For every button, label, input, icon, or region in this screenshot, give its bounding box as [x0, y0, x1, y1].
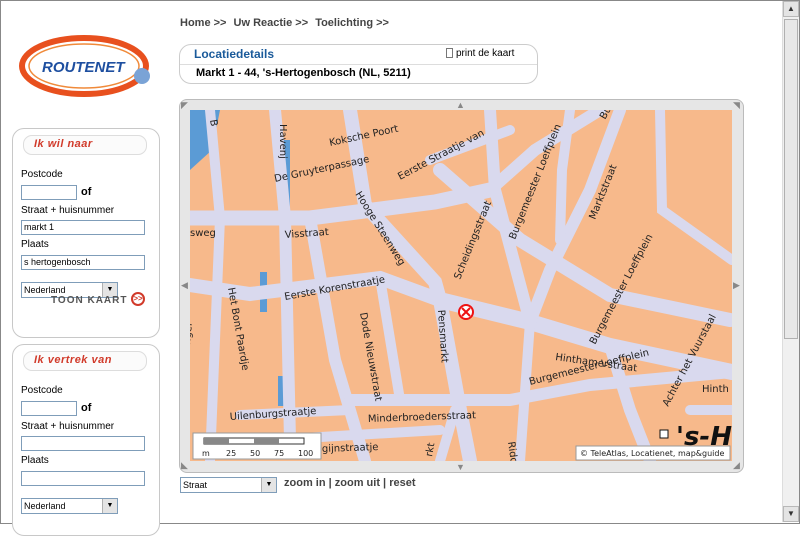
separator: |	[325, 477, 335, 489]
breadcrumb-toelichting-link[interactable]: Toelichting >>	[315, 17, 389, 29]
document-icon	[446, 48, 453, 58]
map-legend-icon[interactable]	[659, 429, 669, 439]
or-label: of	[81, 186, 92, 198]
destination-postcode-input[interactable]	[21, 185, 77, 200]
origin-city-input[interactable]	[21, 471, 145, 486]
scale-label: 25	[226, 449, 236, 458]
street-label: gijnstraatje	[322, 442, 379, 455]
divider	[180, 64, 537, 65]
destination-street-input[interactable]: markt 1	[21, 220, 145, 235]
street-label: sweg	[190, 228, 216, 239]
origin-or-label: of	[81, 402, 92, 414]
location-details-box: Locatiedetails print de kaart Markt 1 - …	[179, 44, 538, 84]
postcode-label: Postcode	[21, 169, 63, 180]
origin-country-value: Nederland	[24, 501, 66, 511]
scroll-up-icon[interactable]: ▲	[783, 1, 799, 17]
chevron-down-icon[interactable]: ▼	[261, 478, 276, 492]
breadcrumb: Home >> Uw Reactie >> Toelichting >>	[180, 17, 393, 29]
origin-street-label: Straat + huisnummer	[21, 421, 115, 432]
origin-city-label: Plaats	[21, 455, 49, 466]
breadcrumb-reactie-link[interactable]: Uw Reactie >>	[234, 17, 309, 29]
zoom-controls: zoom in | zoom uit | reset	[284, 477, 415, 489]
origin-country-select[interactable]: Nederland ▼	[21, 498, 118, 514]
origin-postcode-input[interactable]	[21, 401, 77, 416]
map-type-value: Straat	[183, 480, 208, 490]
location-marker-icon[interactable]	[458, 304, 474, 320]
panel-destination-header: Ik wil naar	[23, 135, 147, 155]
country-value: Nederland	[24, 285, 66, 295]
scroll-thumb[interactable]	[784, 19, 798, 339]
routenet-logo[interactable]: ROUTENET	[18, 30, 158, 100]
scale-label: 100	[298, 449, 313, 458]
breadcrumb-home-link[interactable]: Home >>	[180, 17, 226, 29]
scale-label: 50	[250, 449, 260, 458]
zoom-in-link[interactable]: zoom in	[284, 477, 326, 489]
go-arrow-icon[interactable]: >>	[131, 292, 145, 306]
chevron-down-icon[interactable]: ▼	[102, 499, 117, 513]
panel-destination: Ik wil naar Postcode of Straat + huisnum…	[12, 128, 160, 338]
panel-origin-header: Ik vertrek van	[23, 351, 147, 371]
panel-origin-title: Ik vertrek van	[34, 354, 112, 366]
location-title: Locatiedetails	[194, 47, 275, 61]
separator: |	[379, 477, 390, 489]
street-label: Straat + huisnummer	[21, 205, 115, 216]
pan-up-left-icon[interactable]: ◤	[181, 100, 188, 111]
panel-origin: Ik vertrek van Postcode of Straat + huis…	[12, 344, 160, 536]
pan-left-icon[interactable]: ◀	[181, 280, 188, 291]
street-map[interactable]: Koksche PoortDe Gruyterpassage Eerste Str…	[190, 110, 732, 461]
origin-postcode-label: Postcode	[21, 385, 63, 396]
city-label: Plaats	[21, 239, 49, 250]
scale-bar: m 25 50 75 100	[192, 432, 322, 460]
zoom-out-link[interactable]: zoom uit	[335, 477, 380, 489]
pan-up-right-icon[interactable]: ◥	[733, 100, 740, 111]
map-type-select[interactable]: Straat ▼	[180, 477, 277, 493]
street-label: Hinth	[702, 384, 729, 395]
street-label: Havenj	[277, 124, 288, 159]
print-map-link[interactable]: print de kaart	[446, 48, 514, 59]
show-map-button[interactable]: TOON KAART	[51, 295, 127, 306]
panel-destination-title: Ik wil naar	[34, 138, 93, 150]
origin-street-input[interactable]	[21, 436, 145, 451]
scroll-down-icon[interactable]: ▼	[783, 506, 799, 522]
location-address: Markt 1 - 44, 's-Hertogenbosch (NL, 5211…	[196, 67, 411, 79]
pan-up-icon[interactable]: ▲	[456, 100, 465, 110]
pan-down-left-icon[interactable]: ◣	[181, 460, 188, 471]
vertical-scrollbar[interactable]: ▲ ▼	[782, 1, 799, 522]
print-map-label[interactable]: print de kaart	[456, 48, 514, 59]
destination-city-input[interactable]: s hertogenbosch	[21, 255, 145, 270]
map-copyright: © TeleAtlas, Locatienet, map&guide	[580, 449, 724, 458]
scale-label: 75	[274, 449, 284, 458]
reset-link[interactable]: reset	[389, 477, 415, 489]
pan-down-icon[interactable]: ▼	[456, 462, 465, 472]
pan-right-icon[interactable]: ▶	[733, 280, 740, 291]
pan-down-right-icon[interactable]: ◢	[733, 460, 740, 471]
logo-text: ROUTENET	[42, 59, 126, 76]
scale-label: m	[202, 449, 210, 458]
